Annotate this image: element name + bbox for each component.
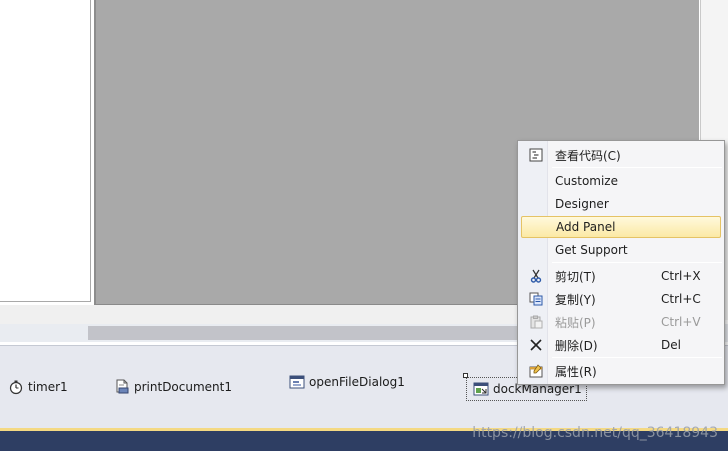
menu-item-copy[interactable]: 复制(Y) Ctrl+C bbox=[521, 288, 721, 310]
menu-item-label: Customize bbox=[555, 174, 618, 188]
menu-item-label: 属性(R) bbox=[555, 364, 597, 379]
scissors-icon bbox=[521, 269, 551, 283]
menu-item-designer[interactable]: Designer bbox=[521, 193, 721, 215]
tray-item-label: timer1 bbox=[28, 380, 68, 394]
paste-icon bbox=[521, 315, 551, 329]
menu-item-label: 查看代码(C) bbox=[555, 148, 621, 163]
menu-item-paste[interactable]: 粘贴(P) Ctrl+V bbox=[521, 311, 721, 333]
menu-item-label: 剪切(T) bbox=[555, 269, 596, 284]
menu-item-shortcut: Ctrl+X bbox=[661, 269, 701, 283]
delete-x-icon bbox=[521, 338, 551, 352]
properties-icon bbox=[521, 364, 551, 378]
context-menu: 查看代码(C) Customize Designer Add Panel Get… bbox=[517, 140, 725, 385]
menu-item-label: Designer bbox=[555, 197, 609, 211]
copy-icon bbox=[521, 292, 551, 306]
dialog-window-icon bbox=[289, 374, 305, 390]
tray-item-printdocument[interactable]: printDocument1 bbox=[114, 379, 232, 395]
tray-item-timer[interactable]: timer1 bbox=[8, 379, 68, 395]
menu-separator bbox=[552, 357, 722, 358]
document-printer-icon bbox=[114, 379, 130, 395]
menu-separator bbox=[552, 262, 722, 263]
menu-separator bbox=[552, 167, 722, 168]
menu-item-label: 删除(D) bbox=[555, 338, 598, 353]
menu-item-shortcut: Ctrl+V bbox=[661, 315, 701, 329]
menu-item-delete[interactable]: 删除(D) Del bbox=[521, 334, 721, 356]
tray-item-label: printDocument1 bbox=[134, 380, 232, 394]
menu-item-label: 复制(Y) bbox=[555, 292, 596, 307]
selection-handle[interactable] bbox=[463, 373, 468, 378]
watermark-text: https://blog.csdn.net/qq_36418943 bbox=[472, 425, 718, 441]
stopwatch-icon bbox=[8, 379, 24, 395]
view-code-icon bbox=[521, 148, 551, 162]
tray-item-openfiledialog[interactable]: openFileDialog1 bbox=[289, 374, 405, 390]
menu-item-view-code[interactable]: 查看代码(C) bbox=[521, 144, 721, 166]
dock-manager-icon bbox=[473, 381, 489, 397]
menu-item-cut[interactable]: 剪切(T) Ctrl+X bbox=[521, 265, 721, 287]
form-white-panel[interactable] bbox=[0, 0, 91, 302]
tray-item-label: openFileDialog1 bbox=[309, 375, 405, 389]
menu-item-properties[interactable]: 属性(R) bbox=[521, 360, 721, 382]
menu-item-shortcut: Del bbox=[661, 338, 681, 352]
scrollbar-thumb[interactable] bbox=[88, 326, 528, 340]
menu-item-label: Get Support bbox=[555, 243, 628, 257]
menu-item-shortcut: Ctrl+C bbox=[661, 292, 701, 306]
menu-item-label: Add Panel bbox=[556, 220, 616, 234]
menu-item-label: 粘贴(P) bbox=[555, 315, 596, 330]
menu-item-customize[interactable]: Customize bbox=[521, 170, 721, 192]
menu-item-get-support[interactable]: Get Support bbox=[521, 239, 721, 261]
menu-item-add-panel[interactable]: Add Panel bbox=[521, 216, 721, 238]
